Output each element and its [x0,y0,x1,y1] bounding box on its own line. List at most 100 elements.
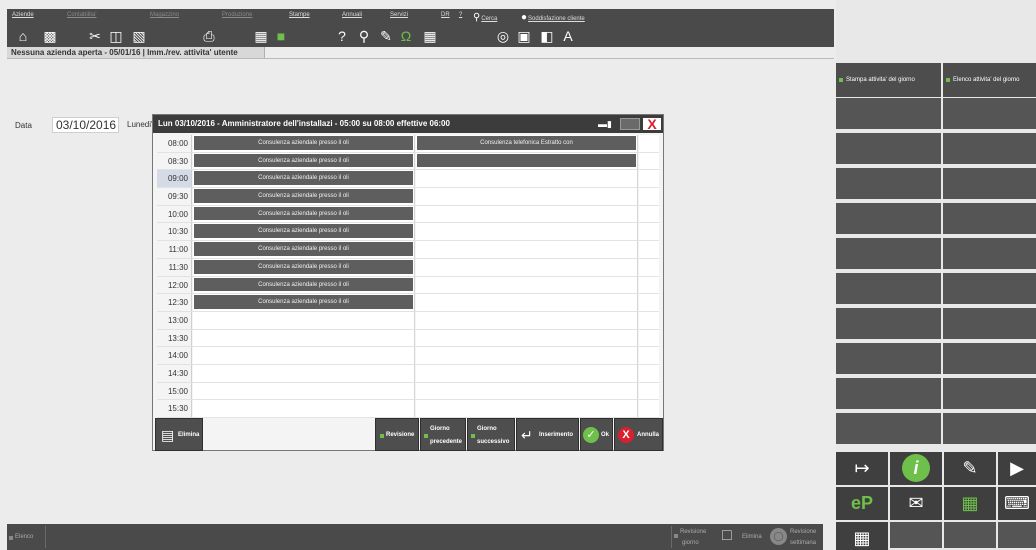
agenda-cell[interactable] [416,294,638,311]
agenda-cell[interactable] [639,276,659,294]
agenda-row[interactable]: 13:30 [157,329,659,348]
appointment-block[interactable]: Consulenza aziendale presso il oli [194,189,413,203]
agenda-row[interactable]: 12:00 Consulenza aziendale presso il oli [157,276,659,295]
agenda-cell[interactable] [416,205,638,223]
agenda-row[interactable]: 10:00 Consulenza aziendale presso il oli [157,205,659,224]
agenda-cell[interactable] [416,329,638,347]
appointment-block[interactable]: Consulenza aziendale presso il oli [194,206,413,221]
agenda-cell[interactable]: Consulenza aziendale presso il oli [193,258,415,276]
agenda-cell[interactable] [639,241,659,258]
agenda-cell[interactable] [416,364,638,382]
box-icon[interactable]: ▦ [252,27,270,45]
elimina-button[interactable]: ▤ Elimina [155,418,203,451]
agenda-cell[interactable] [416,400,638,417]
agenda-cell[interactable]: Consulenza aziendale presso il oli [193,241,415,258]
agenda-cell[interactable] [193,382,415,400]
rp-grid-cell[interactable] [943,273,1036,306]
agenda-row[interactable]: 15:30 [157,400,659,418]
rp-grid-cell[interactable] [836,168,941,201]
elenco-button[interactable]: Elenco [9,524,45,550]
calculator-icon[interactable]: ▦ [421,27,439,45]
agenda-cell[interactable] [639,294,659,311]
rp-grid-cell[interactable] [836,308,941,341]
rp-grid-cell[interactable] [943,133,1036,166]
agenda-cell[interactable]: Consulenza aziendale presso il oli [193,188,415,205]
date-field[interactable]: 03/10/2016 [52,117,119,133]
agenda-cell[interactable] [416,223,638,241]
agenda-cell[interactable] [639,329,659,347]
agenda-cell[interactable] [639,364,659,382]
rp-grid-cell[interactable] [836,413,941,446]
agenda-cell[interactable] [639,382,659,400]
rp-grid-cell[interactable] [836,238,941,271]
import-icon[interactable]: ▩ [41,27,59,45]
rp-grid-cell[interactable] [943,168,1036,201]
agenda-cell[interactable] [639,188,659,205]
giorno-successivo-button[interactable]: Giorno successivo [467,418,515,451]
rp-grid-cell[interactable] [943,413,1036,446]
export-arrow-icon[interactable]: ↦ [836,452,888,485]
menu-stampe[interactable]: Stampe [289,12,310,18]
rp-grid-cell[interactable] [836,378,941,411]
signature-icon[interactable]: ✎ [944,452,996,485]
appointment-block[interactable]: Consulenza aziendale presso il oli [194,153,413,168]
menu-magazzino[interactable]: Magazzino [150,12,179,18]
agenda-cell[interactable] [416,170,638,188]
agenda-cell[interactable]: Consulenza aziendale presso il oli [193,276,415,294]
agenda-row[interactable]: 11:00 Consulenza aziendale presso il oli [157,241,659,259]
agenda-row[interactable]: 15:00 [157,382,659,401]
agenda-cell[interactable] [639,400,659,417]
rp-grid-cell[interactable] [943,238,1036,271]
agenda-cell[interactable] [639,223,659,241]
agenda-row[interactable]: 08:00 Consulenza aziendale presso il oli C… [157,135,659,153]
menu-produzione[interactable]: Produzione [222,12,252,18]
inserimento-button[interactable]: ↵ Inserimento [516,418,579,451]
rp-grid-cell[interactable] [836,273,941,306]
agenda-row[interactable]: 09:00 Consulenza aziendale presso il oli [157,170,659,189]
agenda-row[interactable]: 14:30 [157,364,659,383]
elimina-bottom-button[interactable]: □ Elimina [718,524,768,550]
appointment-block[interactable]: Consulenza aziendale presso il oli [194,277,413,292]
maximize-button[interactable] [620,118,640,130]
agenda-cell[interactable] [193,347,415,364]
agenda-cell[interactable] [416,152,638,170]
rp-grid-cell[interactable] [836,98,941,131]
agenda-cell[interactable] [193,400,415,417]
agenda-row[interactable]: 12:30 Consulenza aziendale presso il oli [157,294,659,312]
menu-cerca[interactable]: ⚲Cerca [473,12,497,23]
appointment-block[interactable]: Consulenza aziendale presso il oli [194,259,413,274]
agenda-cell[interactable] [639,347,659,364]
ep-lock-icon[interactable]: eP [836,487,888,520]
home-icon[interactable]: ⌂ [14,27,32,45]
menu-annuali[interactable]: Annuali [342,12,362,18]
agenda-row[interactable]: 14:00 [157,347,659,365]
agenda-cell[interactable] [416,188,638,205]
agenda-cell[interactable] [416,276,638,294]
omega-icon[interactable]: Ω [397,27,415,45]
menu-contabilita[interactable]: Contabilita' [67,12,97,18]
eraser-icon[interactable]: ✎ [377,27,395,45]
info-icon[interactable]: i [890,452,942,485]
rp-grid-cell[interactable] [943,308,1036,341]
appointment-block[interactable]: Consulenza aziendale presso il oli [194,171,413,186]
agenda-cell[interactable] [416,347,638,364]
menu-servizi[interactable]: Servizi [390,12,408,18]
agenda-row[interactable]: 08:30 Consulenza aziendale presso il oli [157,152,659,171]
agenda-row[interactable]: 11:30 Consulenza aziendale presso il oli [157,258,659,277]
rp-grid-cell[interactable] [836,343,941,376]
agenda-cell[interactable] [639,152,659,170]
agenda-cell[interactable] [639,170,659,188]
pin-icon[interactable]: ▬▮ [594,118,616,130]
appointment-block[interactable]: Consulenza aziendale presso il oli [194,136,413,150]
rp-grid-cell[interactable] [943,98,1036,131]
agenda-cell[interactable] [639,135,659,152]
appointment-block[interactable]: Consulenza aziendale presso il oli [194,224,413,239]
menu-dr[interactable]: DR [441,12,450,18]
keyboard-icon[interactable]: ⌨ [998,487,1036,520]
rp-grid-cell[interactable] [836,133,941,166]
menu-aziende[interactable]: Aziende [12,12,34,18]
font-icon[interactable]: A [559,27,577,45]
giorno-precedente-button[interactable]: Giorno precedente [420,418,466,451]
menu-help[interactable]: ? [459,12,462,18]
agenda-cell[interactable] [193,364,415,382]
